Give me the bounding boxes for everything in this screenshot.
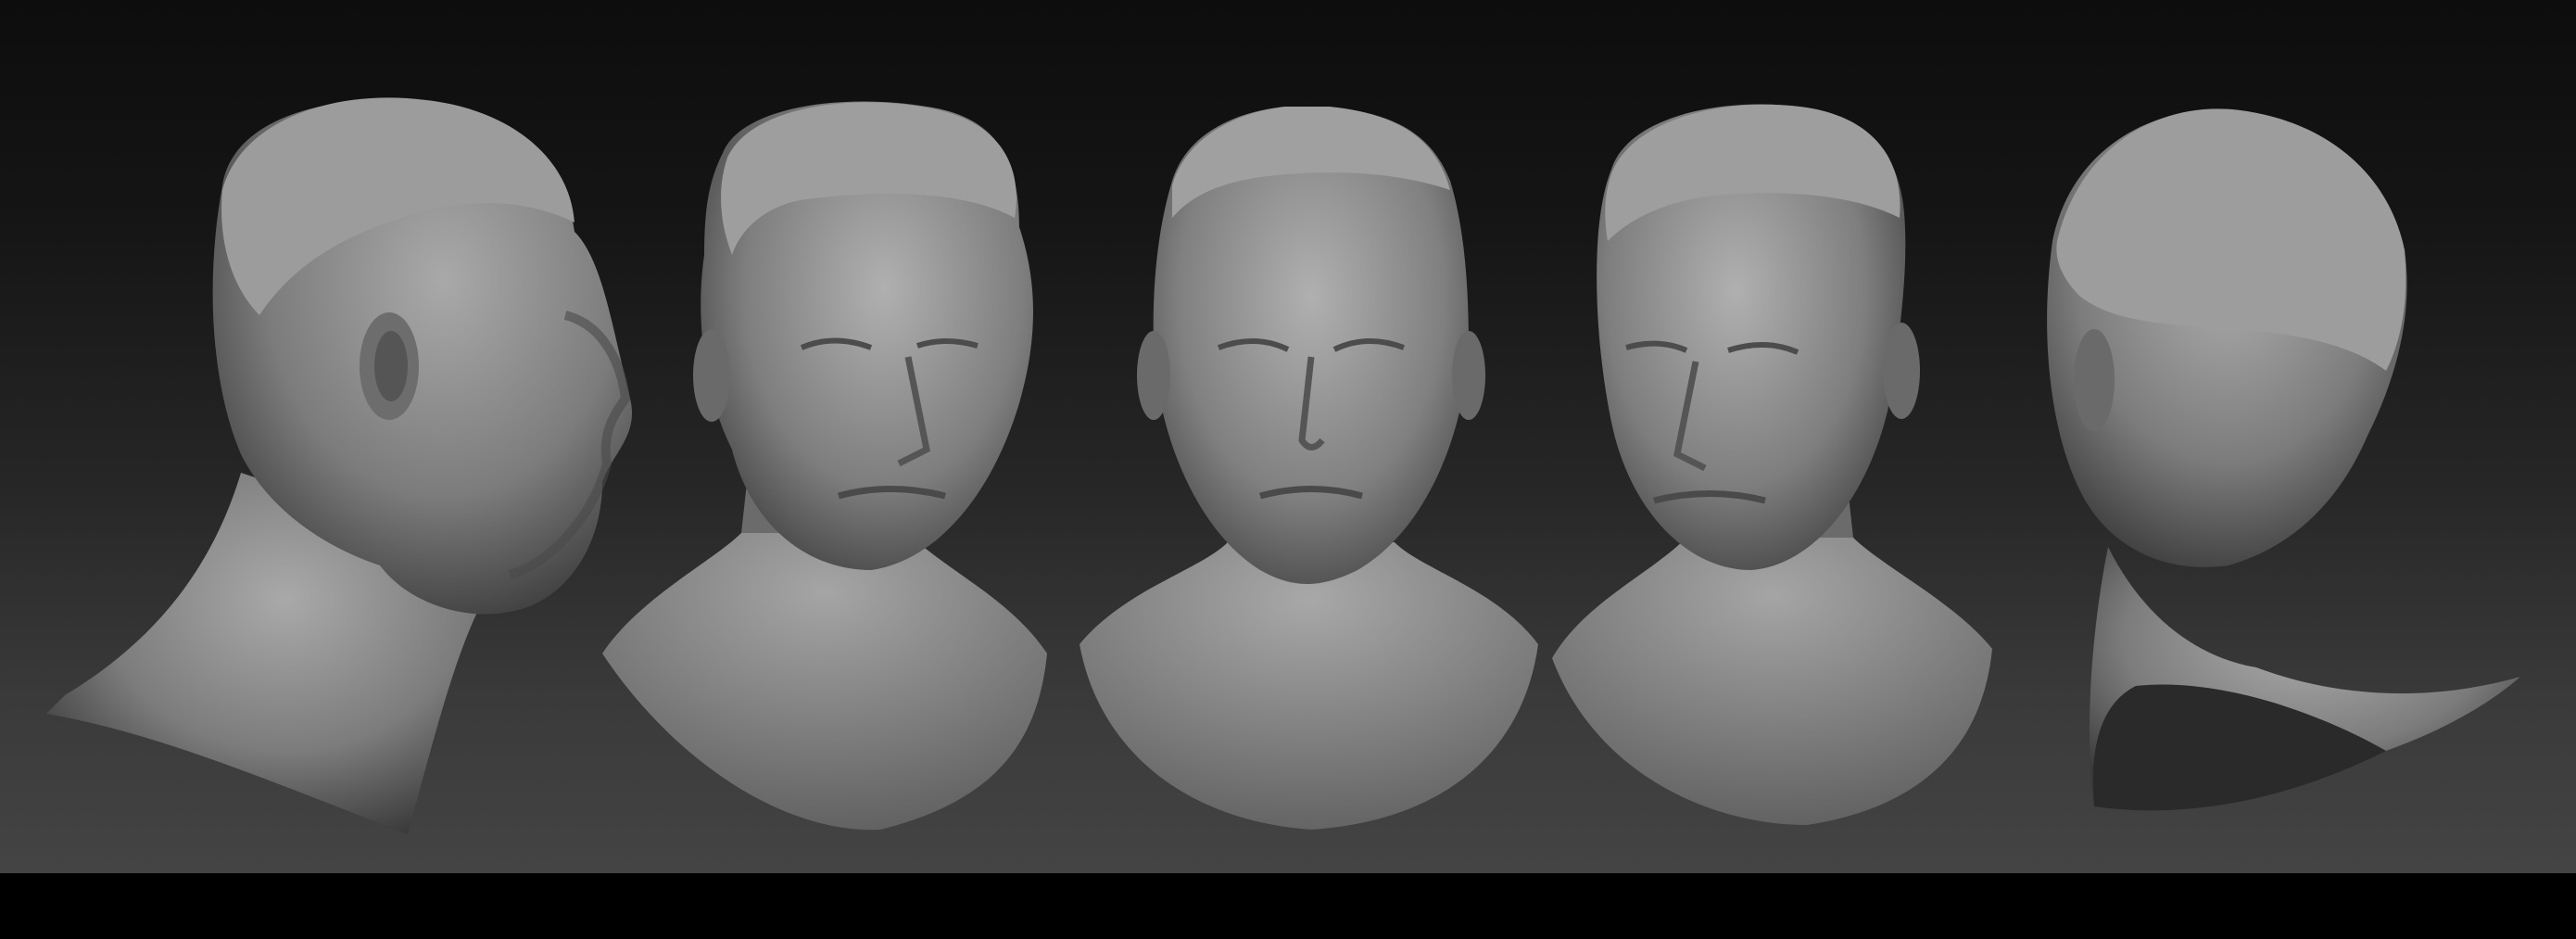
bust-three-quarter-left xyxy=(1552,104,1992,825)
letterbox-band xyxy=(0,873,2576,939)
bust-profile xyxy=(46,97,633,834)
bust-back xyxy=(2047,108,2520,811)
render-viewport xyxy=(0,0,2576,873)
bust-front xyxy=(1080,107,1538,830)
bust-three-quarter-right xyxy=(602,101,1047,831)
